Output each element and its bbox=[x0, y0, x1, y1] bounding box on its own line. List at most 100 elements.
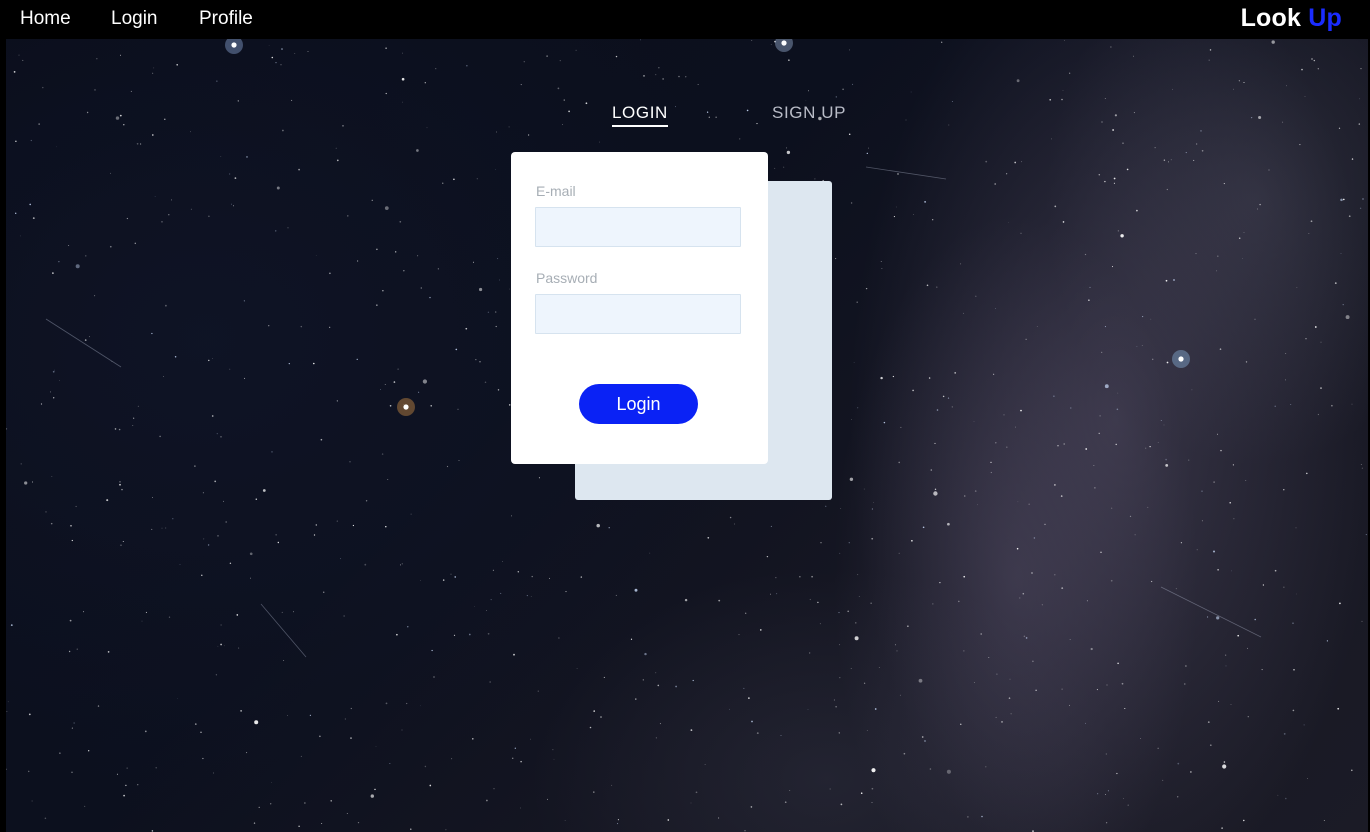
star bbox=[393, 381, 396, 383]
star bbox=[898, 461, 900, 464]
star bbox=[655, 672, 657, 674]
nav-profile-link[interactable]: Profile bbox=[199, 8, 253, 30]
star bbox=[1165, 463, 1169, 467]
star bbox=[1274, 405, 1276, 407]
star bbox=[20, 235, 21, 237]
star bbox=[216, 432, 218, 435]
star bbox=[268, 325, 270, 327]
star bbox=[929, 768, 932, 770]
star bbox=[350, 707, 352, 710]
star bbox=[857, 407, 859, 409]
star bbox=[1219, 348, 1222, 350]
star bbox=[1299, 144, 1301, 146]
star bbox=[96, 58, 98, 60]
star bbox=[1088, 299, 1090, 301]
login-button[interactable]: Login bbox=[579, 384, 698, 424]
star bbox=[502, 560, 503, 562]
star bbox=[357, 260, 359, 262]
star bbox=[784, 801, 787, 804]
tab-login[interactable]: LOGIN bbox=[612, 103, 668, 127]
star bbox=[936, 409, 939, 411]
star bbox=[307, 50, 309, 53]
star bbox=[718, 599, 721, 602]
star bbox=[1041, 604, 1043, 606]
star bbox=[1122, 142, 1124, 144]
star bbox=[1145, 447, 1147, 449]
star bbox=[817, 601, 819, 604]
star bbox=[343, 615, 345, 617]
star bbox=[918, 678, 923, 683]
nav-login-link[interactable]: Login bbox=[111, 8, 158, 30]
star bbox=[947, 397, 950, 399]
tab-signup[interactable]: SIGN UP bbox=[772, 103, 846, 123]
star bbox=[770, 525, 772, 527]
star bbox=[223, 645, 225, 647]
star bbox=[1001, 721, 1003, 723]
star bbox=[271, 56, 274, 59]
star bbox=[84, 805, 86, 807]
star bbox=[313, 362, 315, 365]
nav-home-link[interactable]: Home bbox=[20, 8, 71, 30]
star bbox=[617, 823, 619, 825]
star bbox=[1112, 129, 1114, 131]
star bbox=[995, 442, 997, 444]
star bbox=[835, 96, 837, 98]
star bbox=[1054, 574, 1056, 576]
star bbox=[1365, 534, 1367, 536]
star bbox=[939, 581, 941, 584]
star bbox=[190, 131, 191, 133]
star bbox=[933, 491, 938, 496]
star bbox=[7, 701, 9, 703]
star bbox=[164, 118, 166, 121]
star bbox=[995, 308, 996, 310]
star bbox=[608, 527, 610, 529]
star bbox=[376, 304, 378, 306]
star bbox=[1023, 635, 1026, 638]
star bbox=[1212, 550, 1216, 553]
star bbox=[472, 738, 474, 740]
star bbox=[433, 676, 435, 678]
star bbox=[1245, 361, 1248, 363]
star bbox=[1063, 40, 1065, 42]
star bbox=[704, 763, 706, 765]
star bbox=[1237, 634, 1240, 637]
star bbox=[1254, 318, 1256, 320]
star bbox=[1223, 183, 1225, 185]
star bbox=[896, 650, 898, 652]
star bbox=[280, 64, 282, 66]
star bbox=[473, 261, 474, 263]
star bbox=[1062, 221, 1065, 223]
star bbox=[116, 773, 118, 775]
star bbox=[880, 376, 883, 380]
star bbox=[417, 255, 419, 257]
star bbox=[500, 592, 502, 594]
star bbox=[1283, 586, 1285, 588]
star bbox=[1261, 669, 1263, 671]
star bbox=[1177, 796, 1179, 798]
star bbox=[1170, 159, 1172, 161]
star bbox=[271, 451, 273, 453]
star bbox=[52, 370, 55, 373]
star bbox=[1225, 654, 1227, 656]
star bbox=[799, 576, 801, 578]
star bbox=[1094, 487, 1096, 489]
star bbox=[1258, 115, 1262, 120]
email-field[interactable] bbox=[535, 207, 741, 247]
star bbox=[275, 230, 277, 232]
star bbox=[1044, 523, 1046, 526]
star bbox=[1165, 279, 1168, 282]
star bbox=[1177, 762, 1180, 765]
star bbox=[932, 603, 934, 605]
star bbox=[642, 679, 644, 681]
star bbox=[159, 435, 161, 438]
star bbox=[1284, 379, 1287, 381]
star bbox=[336, 520, 338, 522]
star bbox=[718, 817, 720, 819]
star bbox=[1090, 647, 1093, 651]
star bbox=[122, 540, 124, 543]
star bbox=[1362, 198, 1364, 200]
brand-logo[interactable]: Look Up bbox=[1241, 4, 1342, 33]
password-field[interactable] bbox=[535, 294, 741, 334]
star bbox=[86, 111, 89, 114]
star bbox=[743, 687, 745, 689]
